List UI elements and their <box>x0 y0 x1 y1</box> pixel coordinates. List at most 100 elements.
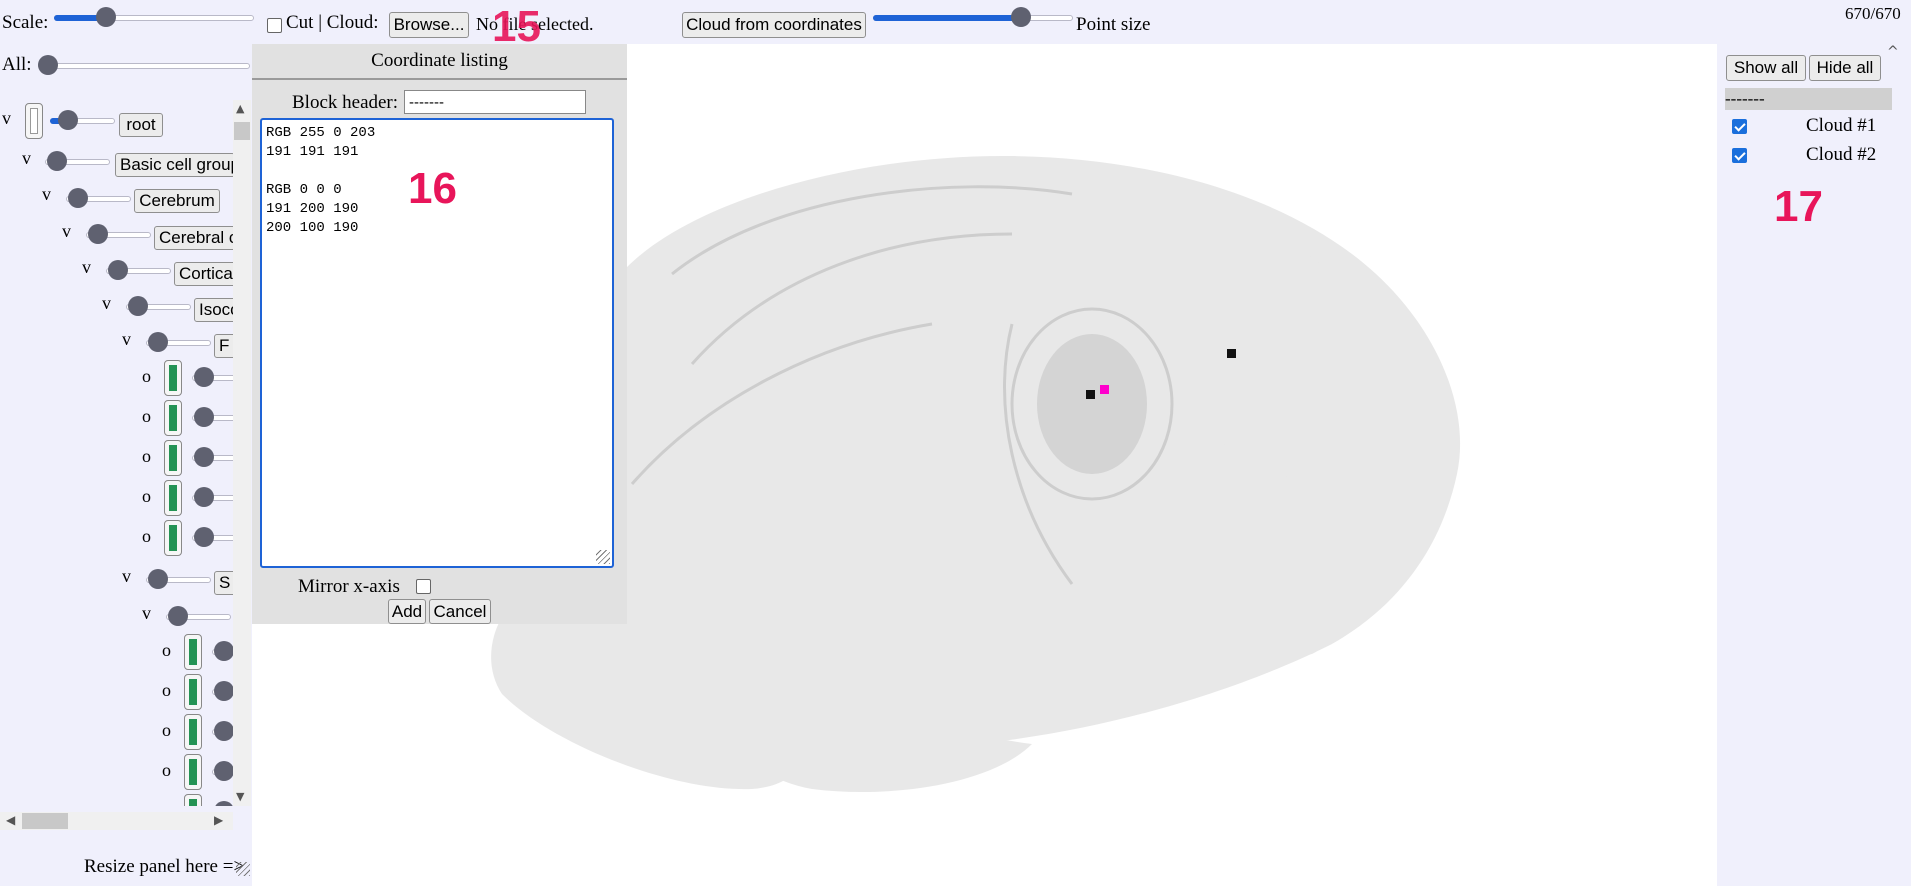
color-swatch[interactable] <box>184 674 202 710</box>
opacity-slider[interactable] <box>192 407 233 427</box>
color-swatch[interactable] <box>164 480 182 516</box>
tree-toggle[interactable]: v <box>102 293 111 314</box>
tree-node-cerebrum[interactable]: Cerebrum <box>134 189 220 213</box>
tree-toggle[interactable]: v <box>122 329 131 350</box>
color-swatch[interactable] <box>164 520 182 556</box>
opacity-slider[interactable] <box>212 681 233 701</box>
opacity-slider[interactable] <box>212 641 233 661</box>
tree-toggle[interactable]: o <box>162 680 171 701</box>
scroll-right-icon[interactable]: ▶ <box>214 813 223 827</box>
scale-label: Scale: <box>2 12 49 33</box>
browse-button[interactable]: Browse... <box>389 12 469 38</box>
counter: 670/670 <box>1845 4 1901 23</box>
color-swatch[interactable] <box>164 400 182 436</box>
tree-toggle[interactable]: o <box>142 446 151 467</box>
opacity-slider[interactable] <box>146 332 211 352</box>
opacity-slider[interactable] <box>212 801 233 806</box>
scroll-down-icon[interactable]: ▼ <box>236 790 244 803</box>
tree-toggle[interactable]: v <box>62 221 71 242</box>
color-swatch[interactable] <box>184 794 202 806</box>
all-label: All: <box>2 54 32 75</box>
scroll-left-icon[interactable]: ◀ <box>6 813 15 827</box>
cloud-1-label[interactable]: Cloud #1 <box>1806 115 1876 137</box>
tree-toggle[interactable]: o <box>142 526 151 547</box>
annotation-16: 16 <box>408 164 457 213</box>
tree-toggle[interactable]: v <box>142 603 151 624</box>
tree-toggle[interactable]: v <box>42 184 51 205</box>
point-size-label: Point size <box>1076 14 1151 35</box>
block-header-input[interactable] <box>404 90 586 114</box>
cloud-point <box>1227 349 1236 358</box>
hide-all-button[interactable]: Hide all <box>1809 55 1881 81</box>
resize-grip-icon[interactable] <box>236 862 250 876</box>
tree-toggle[interactable]: v <box>122 566 131 587</box>
opacity-slider[interactable] <box>212 721 233 741</box>
opacity-slider[interactable] <box>146 569 211 589</box>
mirror-x-axis-checkbox[interactable] <box>416 579 431 594</box>
left-panel: All: v root v Basic cell groups and regi… <box>0 44 252 886</box>
cloud-from-coordinates-button[interactable]: Cloud from coordinates <box>682 12 866 38</box>
opacity-slider[interactable] <box>50 110 115 130</box>
color-swatch[interactable] <box>184 634 202 670</box>
color-swatch[interactable] <box>164 440 182 476</box>
tree-node-cerebral-cortex[interactable]: Cerebral cortex <box>154 226 233 250</box>
color-swatch[interactable] <box>164 360 182 396</box>
opacity-slider[interactable] <box>66 188 131 208</box>
right-panel: Show all Hide all ^ ------- Cloud #1 Clo… <box>1717 44 1911 886</box>
scroll-up-icon[interactable]: ^ <box>1887 44 1899 60</box>
opacity-slider[interactable] <box>192 367 233 387</box>
opacity-slider[interactable] <box>45 151 110 171</box>
opacity-slider[interactable] <box>212 761 233 781</box>
cloud-1-checkbox[interactable] <box>1732 119 1747 134</box>
structure-tree: v root v Basic cell groups and regions v… <box>0 100 233 806</box>
opacity-slider[interactable] <box>86 224 151 244</box>
opacity-slider[interactable] <box>106 260 171 280</box>
textarea-resize-icon[interactable] <box>596 550 610 564</box>
cancel-button[interactable]: Cancel <box>429 599 491 624</box>
cloud-2-checkbox[interactable] <box>1732 148 1747 163</box>
opacity-slider[interactable] <box>192 487 233 507</box>
tree-toggle[interactable]: o <box>142 406 151 427</box>
tree-node-isocortex[interactable]: Isocortex <box>194 298 233 322</box>
annotation-17: 17 <box>1774 182 1823 231</box>
opacity-slider[interactable] <box>192 527 233 547</box>
resize-panel-label: Resize panel here => <box>84 856 245 877</box>
scale-slider[interactable] <box>54 7 254 27</box>
add-button[interactable]: Add <box>388 599 426 624</box>
opacity-slider[interactable] <box>126 296 191 316</box>
tree-toggle[interactable]: o <box>162 720 171 741</box>
tree-node-basic-cell-groups[interactable]: Basic cell groups and regions <box>115 153 233 177</box>
tree-node-root[interactable]: root <box>119 113 163 137</box>
tree-horizontal-scrollbar[interactable]: ◀ ▶ <box>0 812 233 830</box>
tree-toggle[interactable]: o <box>162 640 171 661</box>
cut-cloud-label: Cut | Cloud: <box>286 12 379 33</box>
color-swatch[interactable] <box>25 103 43 139</box>
tree-toggle[interactable]: v <box>2 108 11 129</box>
scrollbar-thumb[interactable] <box>234 122 250 140</box>
cloud-point <box>1100 385 1109 394</box>
tree-toggle[interactable]: o <box>162 800 171 806</box>
tree-vertical-scrollbar[interactable]: ▲ ▼ <box>233 100 251 806</box>
tree-toggle[interactable]: v <box>22 148 31 169</box>
dialog-title: Coordinate listing <box>252 44 627 80</box>
tree-toggle[interactable]: o <box>142 366 151 387</box>
point-size-slider[interactable] <box>873 7 1073 27</box>
tree-toggle[interactable]: o <box>162 760 171 781</box>
mirror-x-axis-label: Mirror x-axis <box>298 576 400 597</box>
color-swatch[interactable] <box>184 714 202 750</box>
scrollbar-thumb[interactable] <box>22 813 68 829</box>
tree-toggle[interactable]: v <box>82 257 91 278</box>
color-swatch[interactable] <box>184 754 202 790</box>
cloud-2-label[interactable]: Cloud #2 <box>1806 144 1876 166</box>
tree-toggle[interactable]: o <box>142 486 151 507</box>
tree-node-s[interactable]: S <box>214 571 233 595</box>
all-slider[interactable] <box>38 55 250 75</box>
show-all-button[interactable]: Show all <box>1726 55 1806 81</box>
tree-node-cortical-plate[interactable]: Cortical plate <box>174 262 233 286</box>
scroll-up-icon[interactable]: ▲ <box>236 102 244 115</box>
tree-node-f[interactable]: F <box>214 334 233 358</box>
opacity-slider[interactable] <box>192 447 233 467</box>
cloud-point <box>1086 390 1095 399</box>
cut-checkbox[interactable] <box>267 18 282 33</box>
opacity-slider[interactable] <box>166 606 231 626</box>
